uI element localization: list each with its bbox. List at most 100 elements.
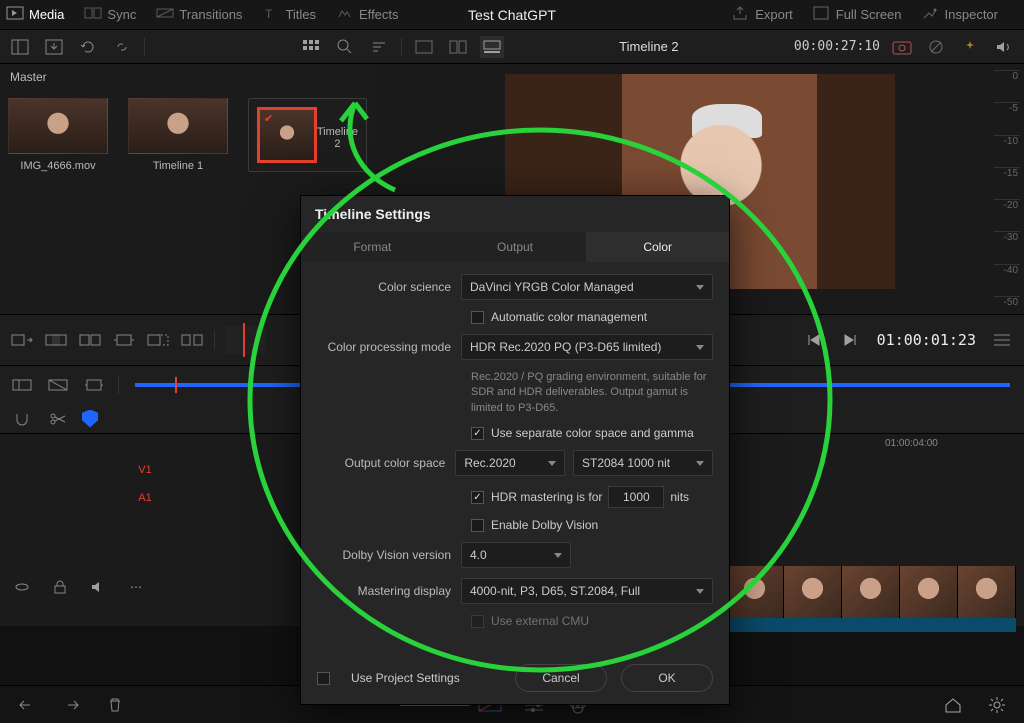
checkbox-hdr-mastering[interactable] bbox=[471, 491, 484, 504]
prev-clip-icon[interactable] bbox=[801, 329, 825, 351]
marker-icon[interactable] bbox=[82, 410, 98, 428]
view3-icon[interactable] bbox=[480, 36, 504, 58]
audio-meter-scale: 0 -5 -10 -15 -20 -30 -40 -50 bbox=[990, 70, 1020, 308]
checkbox-auto-cm[interactable] bbox=[471, 311, 484, 324]
select-mastering-display[interactable]: 4000-nit, P3, D65, ST.2084, Full bbox=[461, 578, 713, 604]
tool-a-icon[interactable] bbox=[10, 374, 34, 396]
track-a1[interactable]: A1 bbox=[130, 484, 160, 512]
scale-tick: 0 bbox=[994, 70, 1020, 82]
pool-item-label: Timeline 1 bbox=[128, 160, 228, 172]
home-icon[interactable] bbox=[940, 692, 966, 718]
view2-icon[interactable] bbox=[446, 36, 470, 58]
trash-icon[interactable] bbox=[102, 692, 128, 718]
viewer-timecode: 00:00:27:10 bbox=[794, 39, 880, 54]
select-value: DaVinci YRGB Color Managed bbox=[470, 280, 634, 294]
ok-button[interactable]: OK bbox=[621, 664, 713, 692]
timeline-left-icons: ⋯ bbox=[10, 576, 148, 598]
scissors-icon[interactable] bbox=[46, 408, 70, 430]
chevron-down-icon bbox=[696, 285, 704, 290]
select-dv-version[interactable]: 4.0 bbox=[461, 542, 571, 568]
search-icon[interactable] bbox=[333, 36, 357, 58]
transitions-icon bbox=[156, 6, 174, 24]
link-icon[interactable] bbox=[110, 36, 134, 58]
cp-mode-description: Rec.2020 / PQ grading environment, suita… bbox=[471, 370, 713, 416]
label-auto-cm: Automatic color management bbox=[491, 310, 647, 324]
chevron-down-icon bbox=[696, 345, 704, 350]
tab-titles[interactable]: T Titles bbox=[262, 6, 322, 24]
ruler-tick: 01:00:04:00 bbox=[885, 438, 938, 449]
timeline-settings-dialog: Timeline Settings Format Output Color Co… bbox=[300, 195, 730, 705]
bypass-icon[interactable] bbox=[924, 36, 948, 58]
label-ext-cmu: Use external CMU bbox=[491, 614, 589, 628]
tab-transitions[interactable]: Transitions bbox=[156, 6, 248, 24]
next-clip-icon[interactable] bbox=[839, 329, 863, 351]
select-color-science[interactable]: DaVinci YRGB Color Managed bbox=[461, 274, 713, 300]
media-icon bbox=[6, 6, 24, 24]
scale-tick: -10 bbox=[994, 135, 1020, 147]
select-cp-mode[interactable]: HDR Rec.2020 PQ (P3-D65 limited) bbox=[461, 334, 713, 360]
export-button[interactable]: Export bbox=[732, 6, 799, 24]
label-output-cs: Output color space bbox=[317, 456, 455, 470]
more-icon[interactable]: ⋯ bbox=[124, 576, 148, 598]
tool-c-icon[interactable] bbox=[82, 374, 106, 396]
scale-tick: -20 bbox=[994, 199, 1020, 211]
scale-tick: -5 bbox=[994, 102, 1020, 114]
pool-item-timeline2[interactable]: ⊞✔Timeline 2 bbox=[248, 98, 367, 172]
checkbox-use-project[interactable] bbox=[317, 672, 330, 685]
tab-effects[interactable]: Effects bbox=[336, 6, 405, 24]
refresh-icon[interactable] bbox=[76, 36, 100, 58]
insert-icon[interactable] bbox=[10, 329, 34, 351]
titles-icon: T bbox=[262, 6, 280, 24]
label-hdr-mastering: HDR mastering is for bbox=[491, 490, 602, 504]
input-hdr-nits[interactable]: 1000 bbox=[608, 486, 664, 508]
audio-icon[interactable] bbox=[86, 576, 110, 598]
inspector-button[interactable]: Inspector bbox=[922, 6, 1004, 24]
fullscreen-label: Full Screen bbox=[836, 7, 902, 22]
fullscreen-button[interactable]: Full Screen bbox=[813, 6, 908, 24]
append-icon[interactable] bbox=[146, 329, 170, 351]
tab-output[interactable]: Output bbox=[444, 232, 587, 262]
tab-sync[interactable]: Sync bbox=[84, 6, 142, 24]
select-value: Rec.2020 bbox=[464, 456, 515, 470]
layout-icon[interactable] bbox=[8, 36, 32, 58]
select-value: 4.0 bbox=[470, 548, 487, 562]
pool-item-label: Timeline 2 bbox=[317, 126, 358, 150]
menu-icon[interactable] bbox=[990, 329, 1014, 351]
redo-icon[interactable] bbox=[58, 692, 84, 718]
cancel-button[interactable]: Cancel bbox=[515, 664, 607, 692]
tab-format[interactable]: Format bbox=[301, 232, 444, 262]
fit-icon[interactable] bbox=[112, 329, 136, 351]
app-topbar: Media Sync Transitions T Titles Effects … bbox=[0, 0, 1024, 30]
sync-lock-icon[interactable] bbox=[10, 576, 34, 598]
undo-icon[interactable] bbox=[14, 692, 40, 718]
gear-icon[interactable] bbox=[984, 692, 1010, 718]
inspector-icon bbox=[922, 6, 940, 24]
import-icon[interactable] bbox=[42, 36, 66, 58]
grid-view-icon[interactable] bbox=[299, 36, 323, 58]
replace-icon[interactable] bbox=[78, 329, 102, 351]
select-value: 4000-nit, P3, D65, ST.2084, Full bbox=[470, 584, 640, 598]
speaker-icon[interactable] bbox=[992, 36, 1016, 58]
pool-item-label: IMG_4666.mov bbox=[8, 160, 108, 172]
sort-icon[interactable] bbox=[367, 36, 391, 58]
mini-playhead bbox=[225, 326, 265, 354]
checkbox-dolby[interactable] bbox=[471, 519, 484, 532]
overwrite-icon[interactable] bbox=[44, 329, 68, 351]
tab-media[interactable]: Media bbox=[6, 6, 70, 24]
tab-color[interactable]: Color bbox=[586, 232, 729, 262]
snapshot-icon[interactable] bbox=[890, 36, 914, 58]
pool-item-clip[interactable]: ♪IMG_4666.mov bbox=[8, 98, 108, 172]
view1-icon[interactable] bbox=[412, 36, 436, 58]
select-output-gamma[interactable]: ST2084 1000 nit bbox=[573, 450, 713, 476]
scale-tick: -40 bbox=[994, 264, 1020, 276]
tool-b-icon[interactable] bbox=[46, 374, 70, 396]
sparkle-icon[interactable] bbox=[958, 36, 982, 58]
track-v1[interactable]: V1 bbox=[130, 456, 160, 484]
snap-icon[interactable] bbox=[10, 408, 34, 430]
lock-icon[interactable] bbox=[48, 576, 72, 598]
checkbox-separate-cs[interactable] bbox=[471, 427, 484, 440]
select-output-cs[interactable]: Rec.2020 bbox=[455, 450, 565, 476]
label-use-project: Use Project Settings bbox=[351, 671, 460, 685]
pool-item-timeline1[interactable]: ⊞Timeline 1 bbox=[128, 98, 228, 172]
ripple-icon[interactable] bbox=[180, 329, 204, 351]
